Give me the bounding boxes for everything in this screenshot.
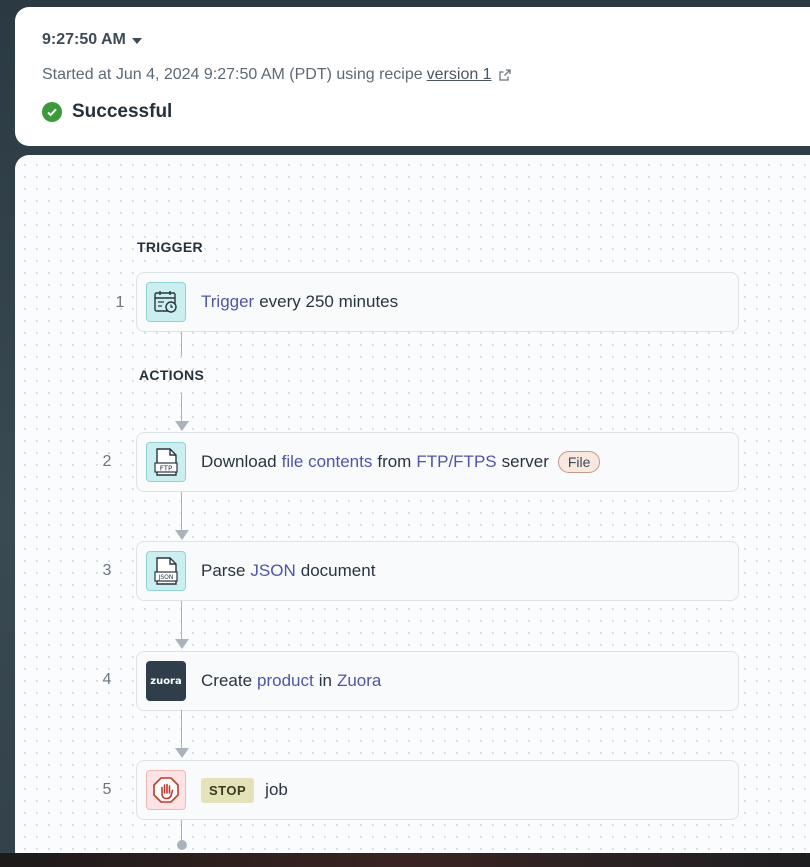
- step-keyword: Zuora: [336, 671, 382, 690]
- step-keyword: JSON: [250, 561, 296, 580]
- calendar-clock-icon: [146, 282, 186, 322]
- json-file-icon: JSON: [146, 551, 186, 591]
- step-text-part: from: [377, 452, 412, 471]
- step-text-part: job: [265, 780, 288, 799]
- recipe-canvas: TRIGGER 1 Trigger every 250 minutes ACTI…: [15, 155, 810, 867]
- step-text-part: Parse: [201, 561, 246, 580]
- step-keyword: file contents: [281, 452, 373, 471]
- step-text-part: in: [318, 671, 332, 690]
- status-label: Successful: [72, 101, 173, 122]
- step-number: 3: [102, 562, 112, 579]
- connector-line: [181, 601, 182, 641]
- step-3-parse-json[interactable]: JSON Parse JSON document: [136, 541, 739, 601]
- job-time-dropdown[interactable]: 9:27:50 AM: [42, 31, 142, 49]
- connector-line: [181, 820, 182, 842]
- taskbar-strip: [0, 853, 810, 867]
- connector-line: [181, 393, 182, 423]
- zuora-logo-icon: zuora: [146, 661, 186, 701]
- step-5-stop-job[interactable]: STOP job: [136, 760, 739, 820]
- step-text-part: document: [300, 561, 376, 580]
- step-number: 5: [102, 781, 112, 798]
- file-pill: File: [557, 451, 601, 473]
- zuora-logo-text: zuora: [150, 675, 182, 687]
- connector-arrow: [175, 530, 189, 540]
- step-2-ftp-download[interactable]: FTP Download file contents from FTP/FTPS…: [136, 432, 739, 492]
- actions-section-label: ACTIONS: [139, 367, 205, 383]
- flow-end-dot: [177, 840, 187, 850]
- step-text-part: every 250 minutes: [259, 292, 399, 311]
- stop-badge: STOP: [201, 777, 255, 803]
- step-number: 2: [102, 453, 112, 470]
- step-keyword: product: [257, 671, 314, 690]
- step-number: 1: [115, 294, 125, 311]
- svg-text:JSON: JSON: [158, 574, 174, 581]
- step-description: Trigger every 250 minutes: [201, 273, 398, 331]
- stop-hand-icon: [146, 770, 186, 810]
- connector-arrow: [175, 639, 189, 649]
- connector-arrow: [175, 748, 189, 758]
- step-keyword: Trigger: [201, 292, 255, 311]
- connector-line: [181, 492, 182, 532]
- step-4-zuora-create[interactable]: zuora Create product in Zuora: [136, 651, 739, 711]
- step-keyword: FTP/FTPS: [416, 452, 497, 471]
- step-1-trigger[interactable]: Trigger every 250 minutes: [136, 272, 739, 332]
- step-text-part: Download: [201, 452, 277, 471]
- step-description: STOP job: [201, 761, 288, 819]
- started-text: Started at Jun 4, 2024 9:27:50 AM (PDT) …: [42, 66, 423, 83]
- step-number: 4: [102, 671, 112, 688]
- step-description: Create product in Zuora: [201, 652, 381, 710]
- step-text-part: Create: [201, 671, 253, 690]
- external-link-icon[interactable]: [498, 68, 512, 82]
- success-check-icon: [42, 102, 62, 122]
- trigger-section-label: TRIGGER: [137, 239, 203, 255]
- chevron-down-icon: [131, 38, 142, 44]
- connector-line: [181, 332, 182, 356]
- step-text-part: server: [501, 452, 549, 471]
- step-description: Parse JSON document: [201, 542, 375, 600]
- started-info: Started at Jun 4, 2024 9:27:50 AM (PDT) …: [42, 66, 512, 84]
- svg-text:FTP: FTP: [160, 464, 172, 472]
- ftp-file-icon: FTP: [146, 442, 186, 482]
- recipe-version-link[interactable]: version 1: [427, 66, 492, 84]
- connector-line: [181, 710, 182, 750]
- connector-arrow: [175, 421, 189, 431]
- job-status: Successful: [42, 101, 172, 123]
- job-header-card: 9:27:50 AM Started at Jun 4, 2024 9:27:5…: [15, 7, 810, 146]
- job-time: 9:27:50 AM: [42, 31, 126, 48]
- step-description: Download file contents from FTP/FTPS ser…: [201, 433, 601, 491]
